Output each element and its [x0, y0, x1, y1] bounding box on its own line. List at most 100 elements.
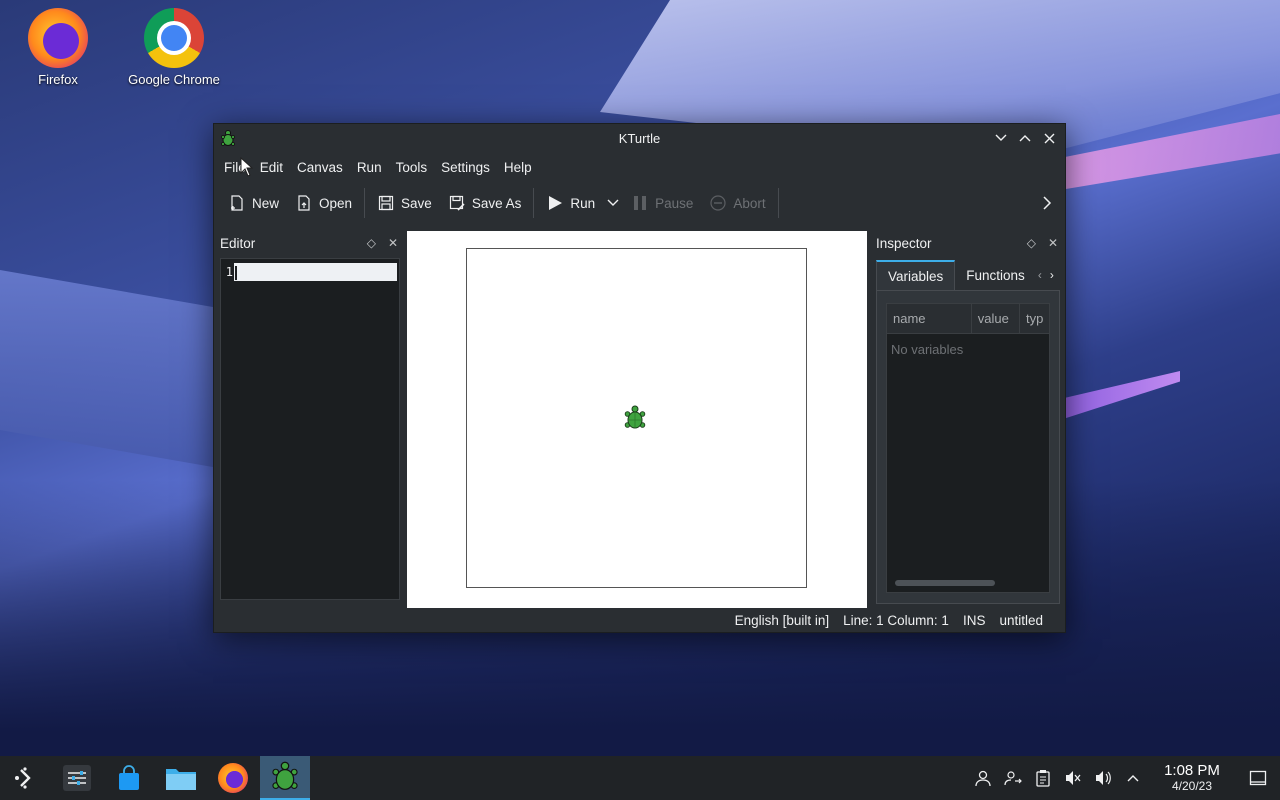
tab-variables[interactable]: Variables: [876, 260, 956, 290]
line-number: 1: [224, 263, 234, 281]
save-button-label: Save: [401, 195, 432, 211]
tab-scroll-left-icon[interactable]: ‹: [1038, 268, 1042, 282]
save-button[interactable]: Save: [369, 187, 440, 219]
chevron-up-icon: [1127, 775, 1139, 782]
desktop-icon-label: Firefox: [38, 72, 78, 87]
menu-help[interactable]: Help: [498, 160, 538, 175]
tray-user[interactable]: [968, 756, 998, 800]
new-button[interactable]: New: [220, 187, 287, 219]
kturtle-icon: [272, 761, 298, 790]
turtle-icon: [624, 405, 646, 429]
chrome-icon: [144, 8, 204, 68]
tray-expand-button[interactable]: [1118, 756, 1148, 800]
status-file-name: untitled: [999, 612, 1043, 628]
run-button[interactable]: Run: [538, 187, 603, 219]
turtle-canvas[interactable]: [466, 248, 807, 588]
open-button[interactable]: Open: [287, 187, 360, 219]
open-button-label: Open: [319, 195, 353, 211]
show-desktop-button[interactable]: [1236, 756, 1280, 800]
tray-media-muted[interactable]: [1058, 756, 1088, 800]
abort-icon: [710, 195, 727, 211]
editor-dock: Editor ◇ ✕ 1: [218, 230, 402, 606]
speaker-volume-icon: [1096, 771, 1111, 785]
variables-table[interactable]: name value typ No variables: [886, 303, 1050, 593]
taskbar-firefox[interactable]: [208, 756, 258, 800]
tab-scroll-right-icon[interactable]: ›: [1050, 268, 1054, 282]
horizontal-scrollbar[interactable]: [895, 580, 995, 586]
tray-user-switch[interactable]: [998, 756, 1028, 800]
close-icon: [1044, 133, 1054, 143]
column-header-value[interactable]: value: [972, 304, 1020, 333]
minimize-button[interactable]: [991, 128, 1011, 148]
window-title: KTurtle: [618, 130, 661, 146]
text-cursor: [235, 265, 237, 280]
menu-canvas[interactable]: Canvas: [291, 160, 349, 175]
new-button-label: New: [252, 195, 280, 211]
launcher-icon: [15, 767, 31, 789]
status-cursor-position: Line: 1 Column: 1: [843, 612, 949, 628]
toolbar-overflow-button[interactable]: [1037, 192, 1057, 214]
maximize-button[interactable]: [1015, 128, 1035, 148]
desktop-icon-chrome[interactable]: Google Chrome: [114, 8, 234, 87]
menu-settings[interactable]: Settings: [435, 160, 496, 175]
current-line[interactable]: 1: [224, 263, 397, 281]
system-tray: 1:08 PM 4/20/23: [968, 756, 1280, 800]
taskbar-kturtle[interactable]: [260, 756, 310, 800]
abort-button[interactable]: Abort: [701, 187, 773, 219]
save-icon: [378, 195, 394, 211]
clipboard-icon: [1036, 770, 1050, 787]
title-bar[interactable]: KTurtle: [214, 124, 1065, 152]
table-header: name value typ: [887, 304, 1049, 334]
new-document-icon: [231, 195, 243, 211]
digital-clock[interactable]: 1:08 PM 4/20/23: [1154, 763, 1230, 793]
status-insert-mode: INS: [962, 612, 986, 628]
taskbar-file-manager[interactable]: [156, 756, 206, 800]
editor-dock-title: Editor: [220, 235, 256, 251]
wallpaper-shard: [1060, 371, 1180, 420]
application-launcher[interactable]: [0, 756, 50, 800]
status-language[interactable]: English [built in]: [735, 613, 830, 628]
code-editor[interactable]: 1: [220, 258, 400, 600]
save-as-icon: [449, 195, 465, 211]
taskbar-system-settings[interactable]: [52, 756, 102, 800]
column-header-name[interactable]: name: [887, 304, 972, 333]
tray-volume[interactable]: [1088, 756, 1118, 800]
firefox-icon: [218, 763, 248, 793]
toolbar-separator: [364, 188, 366, 218]
float-dock-button[interactable]: ◇: [367, 236, 376, 250]
run-speed-dropdown[interactable]: [603, 187, 623, 219]
chevron-up-icon: [1019, 135, 1031, 142]
wallpaper-shard: [0, 270, 230, 470]
inspector-dock: Inspector ◇ ✕ Variables Functions ‹ › na…: [874, 230, 1062, 606]
clock-date: 4/20/23: [1171, 778, 1213, 793]
close-dock-button[interactable]: ✕: [1048, 236, 1058, 250]
speaker-muted-icon: [1066, 771, 1081, 785]
shopping-bag-icon: [119, 765, 139, 790]
close-dock-button[interactable]: ✕: [388, 236, 398, 250]
desktop-icon-firefox[interactable]: Firefox: [0, 8, 118, 87]
pause-button[interactable]: Pause: [623, 187, 701, 219]
float-dock-button[interactable]: ◇: [1027, 236, 1036, 250]
tray-clipboard[interactable]: [1028, 756, 1058, 800]
menu-bar: File Edit Canvas Run Tools Settings Help: [214, 152, 1065, 182]
kturtle-app-icon[interactable]: [220, 129, 236, 147]
close-button[interactable]: [1039, 128, 1059, 148]
toolbar-separator: [777, 188, 779, 218]
menu-edit[interactable]: Edit: [254, 160, 289, 175]
status-bar: English [built in] Line: 1 Column: 1 INS…: [214, 608, 1065, 632]
save-as-button[interactable]: Save As: [440, 187, 530, 219]
chevron-down-icon: [607, 199, 619, 206]
wallpaper-shard: [1060, 110, 1280, 190]
play-icon: [549, 196, 563, 210]
taskbar-discover[interactable]: [104, 756, 154, 800]
turtle-canvas-area: [407, 231, 867, 608]
tab-functions[interactable]: Functions: [955, 260, 1036, 290]
empty-state-text: No variables: [891, 342, 964, 357]
column-header-type[interactable]: typ: [1020, 304, 1049, 333]
variables-pane: name value typ No variables: [876, 290, 1060, 604]
menu-tools[interactable]: Tools: [390, 160, 434, 175]
taskbar: 1:08 PM 4/20/23: [0, 756, 1280, 800]
menu-run[interactable]: Run: [351, 160, 388, 175]
show-desktop-icon: [1249, 770, 1267, 786]
pause-icon: [634, 196, 647, 210]
